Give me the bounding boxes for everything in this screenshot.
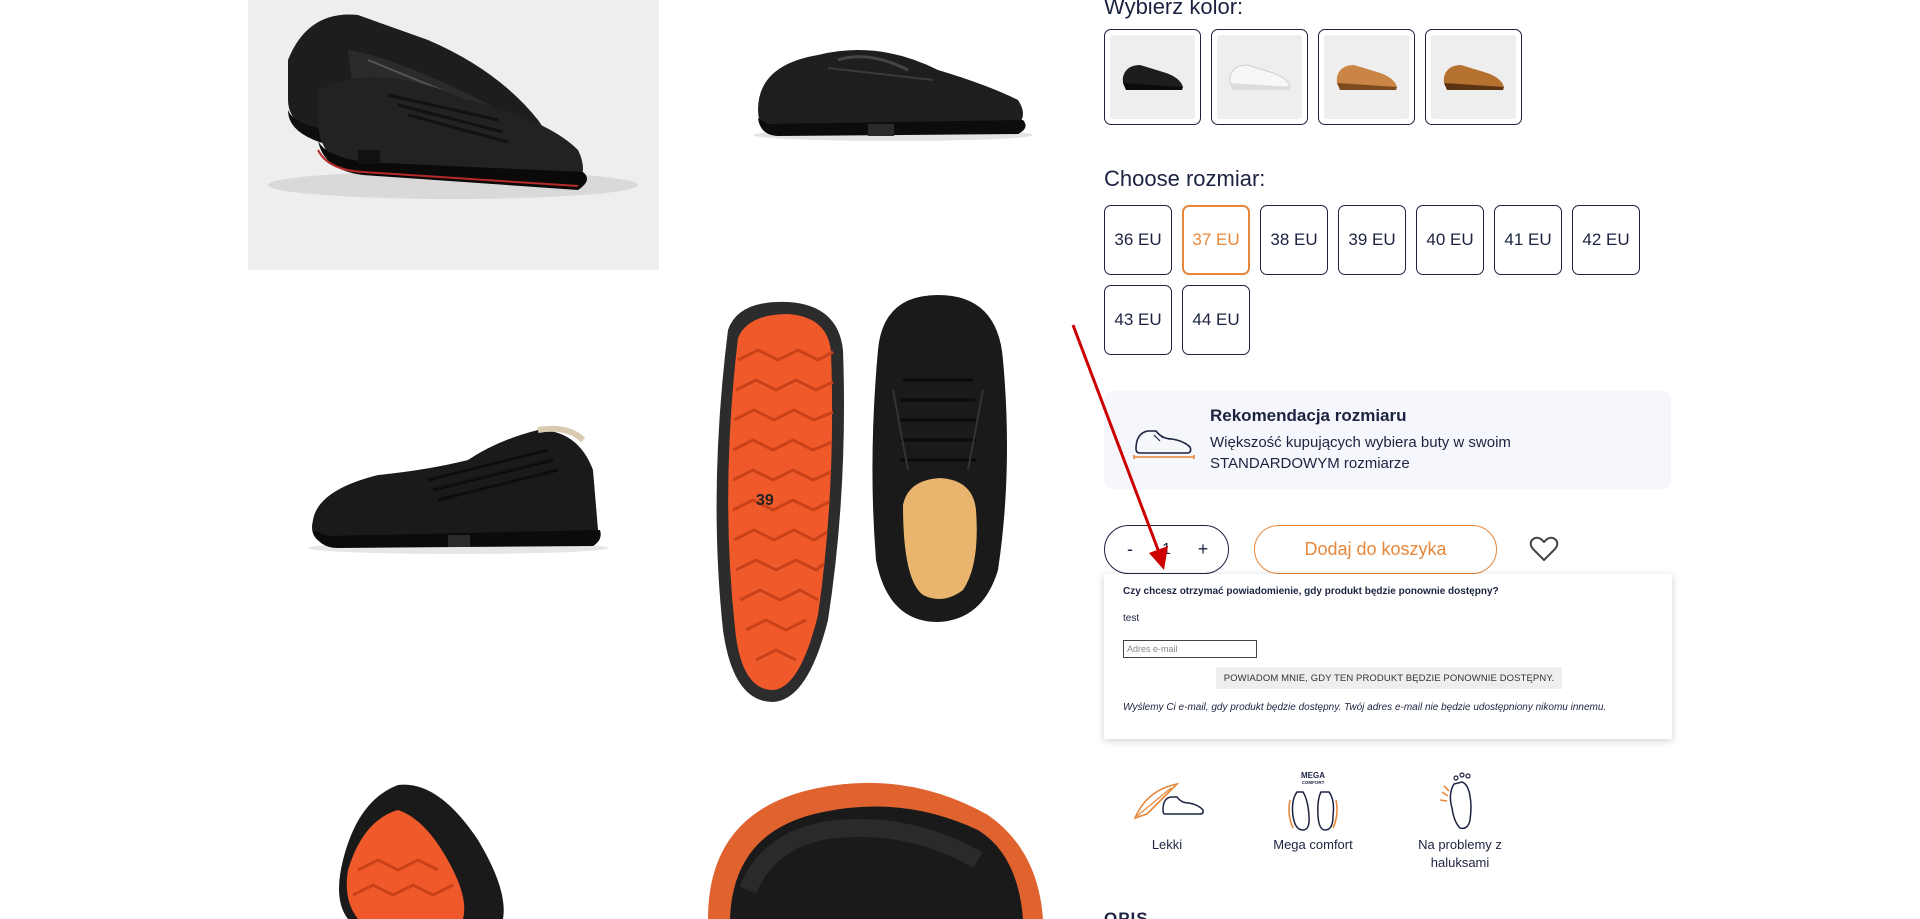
notify-test-text: test — [1123, 613, 1140, 624]
shoe-flexed-photo[interactable] — [678, 760, 1098, 919]
feature-label: Na problemy z haluksami — [1418, 837, 1502, 870]
recommendation-title: Rekomendacja rozmiaru — [1210, 406, 1407, 425]
feature-bunions: Na problemy z haluksami — [1400, 770, 1520, 872]
color-swatch-white[interactable] — [1211, 29, 1308, 125]
black-shoe-pair-photo[interactable] — [248, 0, 659, 270]
description-heading: OPIS — [1104, 909, 1149, 919]
quantity-value[interactable]: 1 — [1162, 541, 1171, 559]
quantity-stepper: - 1 + — [1104, 525, 1229, 574]
sole-and-top-photo[interactable]: 39 — [678, 290, 1098, 730]
color-picker-title: Wybierz kolor: — [1104, 0, 1244, 19]
sole-angle-illustration — [339, 784, 504, 919]
quantity-increase-button[interactable]: + — [1195, 539, 1211, 560]
size-picker-title: Choose rozmiar: — [1104, 166, 1266, 191]
feature-mega-comfort: MEGA COMFORT Mega comfort — [1253, 770, 1373, 854]
product-features: Lekki MEGA COMFORT Mega comfort Na probl… — [1104, 770, 1554, 880]
notify-question: Czy chcesz otrzymać powiadomienie, gdy p… — [1123, 586, 1499, 597]
add-to-cart-button[interactable]: Dodaj do koszyka — [1254, 525, 1497, 574]
color-swatch-black[interactable] — [1104, 29, 1201, 125]
shoe-flexed-illustration — [708, 782, 1043, 919]
product-gallery: 39 — [248, 0, 1098, 919]
swatch-thumb — [1110, 35, 1195, 119]
size-option-42[interactable]: 42 EU — [1572, 205, 1640, 275]
back-in-stock-popup: Czy chcesz otrzymać powiadomienie, gdy p… — [1104, 574, 1672, 739]
notify-me-button[interactable]: POWIADOM MNIE, GDY TEN PRODUKT BĘDZIE PO… — [1216, 667, 1562, 689]
color-swatch-brown[interactable] — [1425, 29, 1522, 125]
size-option-38[interactable]: 38 EU — [1260, 205, 1328, 275]
black-shoe-profile-photo[interactable] — [248, 290, 659, 730]
black-shoe-side-photo[interactable] — [678, 0, 1098, 270]
heart-icon[interactable] — [1529, 535, 1559, 563]
quantity-decrease-button[interactable]: - — [1122, 539, 1138, 560]
size-option-39[interactable]: 39 EU — [1338, 205, 1406, 275]
email-field[interactable] — [1123, 640, 1257, 658]
feather-shoe-icon — [1133, 782, 1204, 820]
shoe-sole-angle-photo[interactable] — [248, 760, 659, 919]
size-option-40[interactable]: 40 EU — [1416, 205, 1484, 275]
swatch-thumb — [1324, 35, 1409, 119]
shoe-outline-icon — [1133, 430, 1195, 459]
size-options: 36 EU 37 EU 38 EU 39 EU 40 EU 41 EU 42 E… — [1104, 205, 1664, 355]
badge-line-1: MEGA — [1301, 771, 1325, 780]
recommendation-text: Większość kupujących wybiera buty w swoi… — [1210, 434, 1511, 472]
shoe-pair-illustration — [268, 14, 638, 199]
mega-comfort-feet-icon: MEGA COMFORT — [1288, 771, 1338, 831]
sole-top-illustration: 39 — [716, 295, 1007, 702]
size-option-41[interactable]: 41 EU — [1494, 205, 1562, 275]
feature-label: Lekki — [1151, 837, 1183, 852]
shoe-profile-illustration — [308, 425, 608, 554]
size-option-43[interactable]: 43 EU — [1104, 285, 1172, 355]
foot-bunion-icon — [1439, 772, 1472, 830]
feature-light: Lekki — [1107, 770, 1227, 854]
color-swatches — [1104, 29, 1522, 125]
size-recommendation-box: Rekomendacja rozmiaru Większość kupujący… — [1104, 391, 1671, 489]
swatch-thumb — [1217, 35, 1302, 119]
swatch-thumb — [1431, 35, 1516, 119]
size-option-36[interactable]: 36 EU — [1104, 205, 1172, 275]
badge-line-2: COMFORT — [1302, 780, 1325, 785]
svg-text:39: 39 — [756, 492, 774, 509]
feature-label: Mega comfort — [1273, 837, 1353, 852]
notify-note: Wyślemy Ci e-mail, gdy produkt będzie do… — [1123, 702, 1607, 713]
size-option-44[interactable]: 44 EU — [1182, 285, 1250, 355]
shoe-side-illustration — [753, 50, 1033, 141]
color-swatch-tan[interactable] — [1318, 29, 1415, 125]
size-option-37[interactable]: 37 EU — [1182, 205, 1250, 275]
